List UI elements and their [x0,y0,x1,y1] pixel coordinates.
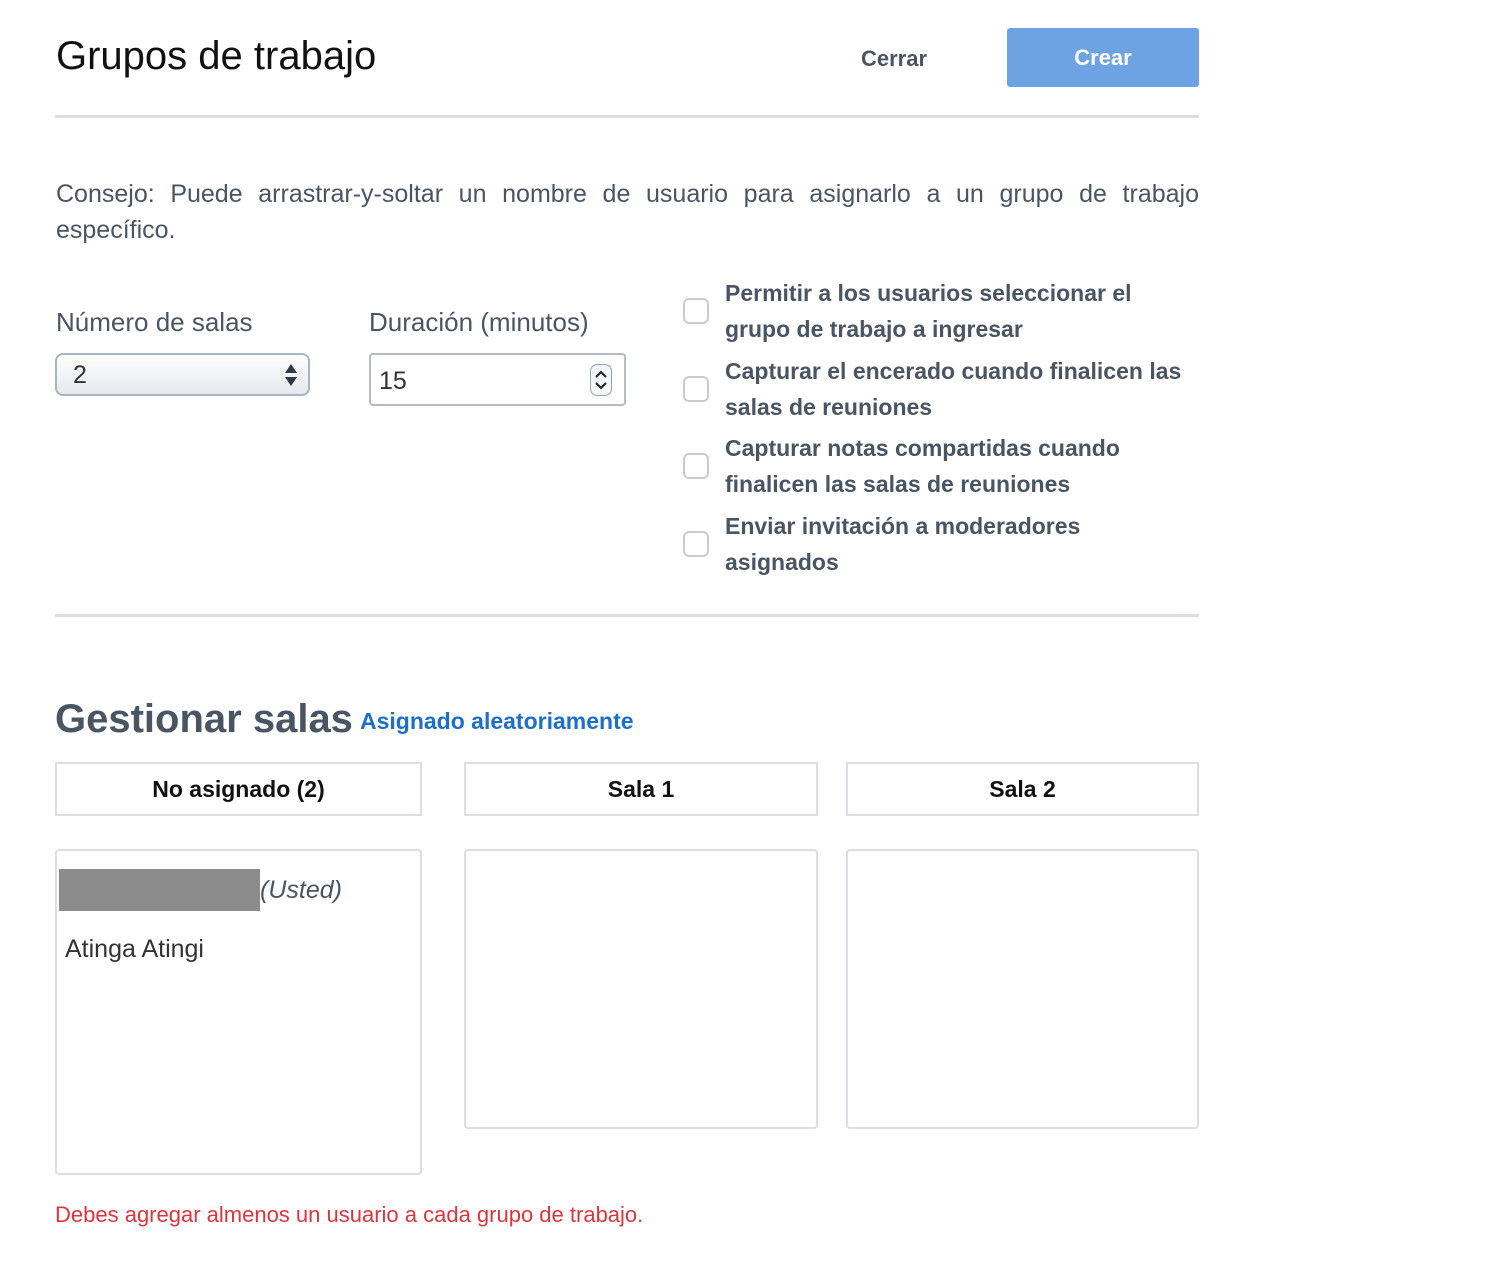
header-divider [55,115,1199,118]
duration-stepper[interactable] [590,364,612,396]
allow-choose-checkbox[interactable] [683,298,709,324]
capture-notes-label: Capturar notas compartidas cuando finali… [725,435,1120,497]
random-assign-link[interactable]: Asignado aleatoriamente [360,708,634,735]
user-item-self[interactable]: (Usted) [59,869,342,911]
room-2-dropzone[interactable] [846,849,1199,1129]
stepper-chevrons-icon [595,370,607,390]
duration-input[interactable]: 15 [369,353,626,406]
redacted-username [59,869,260,911]
rooms-count-label: Número de salas [56,307,253,337]
capture-whiteboard-label: Capturar el encerado cuando finalicen la… [725,358,1182,420]
room-1-header: Sala 1 [464,762,818,816]
validation-error: Debes agregar almenos un usuario a cada … [55,1202,644,1227]
allow-choose-label: Permitir a los usuarios seleccionar el g… [725,280,1132,342]
capture-notes-checkbox[interactable] [683,453,709,479]
rooms-count-select[interactable]: 2 [55,353,310,396]
settings-divider [55,614,1199,617]
rooms-count-value: 2 [73,361,87,389]
breakout-rooms-modal: Grupos de trabajo Cerrar Crear Consejo: … [0,0,1494,1272]
self-tag: (Usted) [260,876,342,904]
tip-text: Consejo: Puede arrastrar-y-soltar un nom… [56,180,1199,244]
select-arrows-icon [285,364,297,386]
unassigned-dropzone[interactable]: (Usted) Atinga Atingi [55,849,422,1175]
capture-whiteboard-checkbox[interactable] [683,376,709,402]
modal-title: Grupos de trabajo [56,34,377,78]
close-button[interactable]: Cerrar [844,36,944,80]
create-button[interactable]: Crear [1007,28,1199,87]
room-2-header: Sala 2 [846,762,1199,816]
manage-rooms-title: Gestionar salas [55,697,353,741]
unassigned-header: No asignado (2) [55,762,422,816]
duration-value: 15 [379,367,407,395]
duration-label: Duración (minutos) [369,307,589,337]
invite-moderators-checkbox[interactable] [683,531,709,557]
room-1-dropzone[interactable] [464,849,818,1129]
invite-moderators-label: Enviar invitación a moderadores asignado… [725,513,1081,575]
user-item[interactable]: Atinga Atingi [65,931,204,967]
